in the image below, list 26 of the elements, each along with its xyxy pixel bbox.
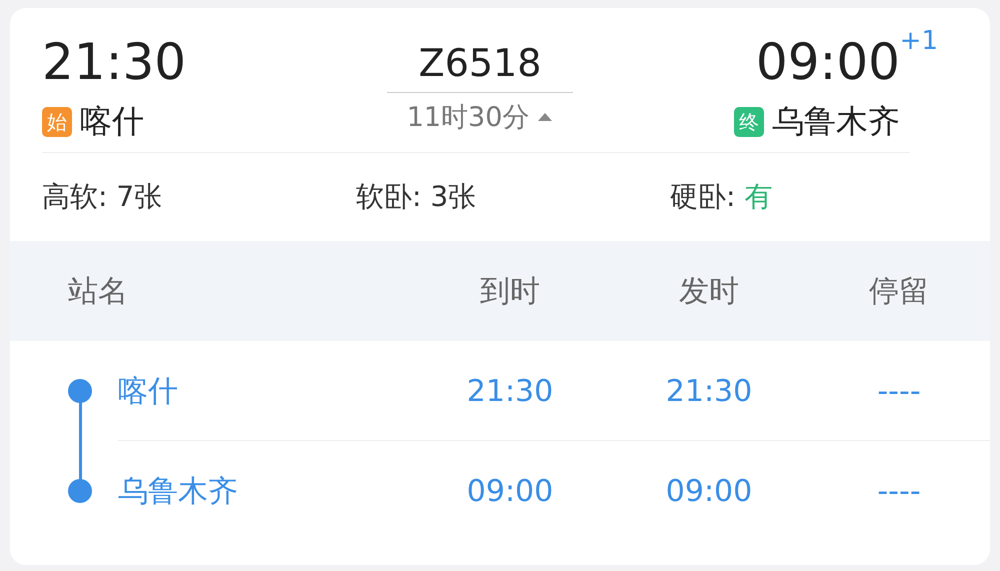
depart-time: 21:30 [666, 374, 752, 408]
seat-availability: 硬卧: 有 [670, 179, 774, 215]
seat-availability: 高软: 7张 [42, 179, 164, 215]
departure-station: 喀什 [80, 101, 144, 142]
stay-time: ---- [877, 374, 921, 408]
arrive-time: 21:30 [466, 374, 554, 408]
arrival-station: 乌鲁木齐 [772, 101, 900, 142]
departure-time: 21:30 [42, 34, 186, 90]
caret-icon[interactable] [537, 112, 554, 122]
end-badge: 终 [734, 107, 764, 137]
train-number: Z6518 [386, 40, 574, 93]
column-header: 停留 [869, 272, 929, 310]
duration: 11时30分 [406, 101, 530, 135]
station-name: 乌鲁木齐 [118, 472, 238, 510]
column-header: 发时 [679, 272, 739, 310]
stay-time: ---- [877, 474, 921, 508]
day-offset: +1 [900, 26, 938, 56]
column-header: 站名 [68, 272, 128, 310]
station-name: 喀什 [118, 372, 178, 410]
depart-time: 09:00 [666, 474, 752, 508]
start-badge: 始 [42, 107, 72, 137]
stop-dot [68, 479, 92, 503]
column-header: 到时 [480, 272, 540, 310]
seat-availability: 软卧: 3张 [356, 179, 478, 215]
stop-dot [68, 379, 92, 403]
arrive-time: 09:00 [466, 474, 554, 508]
